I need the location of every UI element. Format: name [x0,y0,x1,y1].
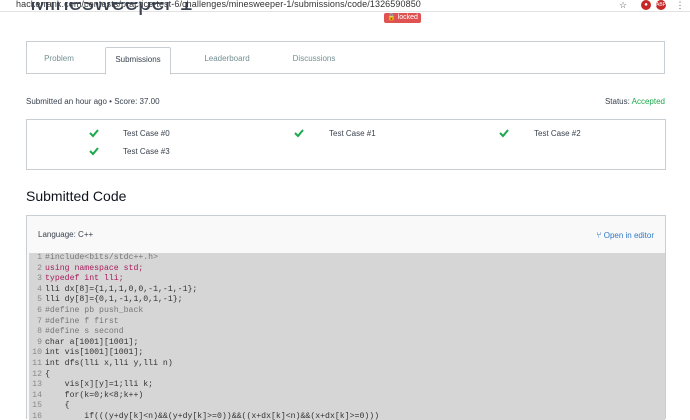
code-text: int dfs(lli x,lli y,lli n) [45,358,173,368]
code-line: 12{ [29,370,665,381]
submitted-code-heading: Submitted Code [26,188,127,204]
code-line: 10 int vis[1001][1001]; [29,348,665,359]
tab-problem-label: Problem [44,54,74,63]
tab-submissions[interactable]: Submissions [105,47,171,75]
line-number: 3 [37,274,42,284]
line-number: 4 [37,284,42,294]
code-text: { [45,369,50,379]
code-text: using namespace std; [45,263,144,273]
code-line: 5 lli dy[8]={0,1,-1,1,0,1,-1}; [29,295,665,306]
line-number: 8 [37,327,42,337]
star-icon[interactable]: ☆ [618,0,628,10]
line-number: 11 [32,358,42,368]
check-icon [294,129,304,138]
tab-leaderboard-label: Leaderboard [204,54,250,63]
line-number: 9 [37,337,42,347]
test-case-0[interactable]: Test Case #0 [123,129,170,138]
code-text: #define pb push_back [45,305,144,315]
line-number: 6 [37,305,42,315]
locked-badge-label: locked [397,14,418,21]
code-text: #include<bits/stdc++.h> [45,253,159,262]
adblock-icon[interactable]: ABP [656,0,666,10]
tab-problem[interactable]: Problem [27,42,91,74]
extension-icon[interactable]: ● [641,0,651,10]
tab-discussions[interactable]: Discussions [277,42,351,74]
language-label: Language: C++ [38,230,94,239]
check-icon [499,129,509,138]
code-text: for(k=0;k<8;k++) [45,390,144,400]
test-case-1[interactable]: Test Case #1 [329,129,376,138]
code-line: 13 vis[x][y]=1;lli k; [29,380,665,391]
code-text: char a[1001][1001]; [45,337,139,347]
code-text: typedef int lli; [45,274,124,284]
line-number: 12 [32,369,42,379]
code-line: 3 typedef int lli; [29,274,665,285]
test-cases-panel: Test Case #0 Test Case #1 Test Case #2 T… [26,119,666,170]
menu-icon[interactable]: ⋮ [675,0,685,10]
test-case-3[interactable]: Test Case #3 [123,147,170,156]
code-line: 11 int dfs(lli x,lli y,lli n) [29,359,665,370]
code-line: 2 using namespace std; [29,264,665,275]
code-text: lli dx[8]={1,1,1,0,0,-1,-1,-1}; [45,284,198,294]
page-title: Minesweeper 1 [30,2,193,15]
open-in-editor-link[interactable]: ⑂ Open in editor [596,230,654,240]
submission-summary: Submitted an hour ago • Score: 37.00 [26,97,160,106]
code-text: int vis[1001][1001]; [45,348,144,358]
line-number: 13 [32,380,42,390]
code-text: lli dy[8]={0,1,-1,1,0,1,-1}; [45,295,183,305]
code-viewer[interactable]: 1 #include<bits/stdc++.h> 2 using namespace… [29,253,665,420]
check-icon [89,147,99,156]
code-text: { [45,401,70,411]
line-number: 10 [32,348,42,358]
locked-badge: 🔒 locked [384,13,421,23]
line-number: 7 [37,316,42,326]
code-line: 4 lli dx[8]={1,1,1,0,0,-1,-1,-1}; [29,285,665,296]
line-number: 2 [37,263,42,273]
code-text: #define f first [45,316,119,326]
submission-status: Status: Accepted [605,97,665,106]
code-line: 7 #define f first [29,317,665,328]
status-value: Accepted [631,97,665,106]
check-icon [89,129,99,138]
code-line: 6 #define pb push_back [29,306,665,317]
code-text: vis[x][y]=1;lli k; [45,380,154,390]
tab-leaderboard[interactable]: Leaderboard [189,42,265,74]
line-number: 5 [37,295,42,305]
challenge-tabs: Problem Submissions Leaderboard Discussi… [26,41,665,75]
status-label: Status: [604,97,630,106]
line-number: 15 [32,401,42,411]
line-number: 14 [32,390,42,400]
line-number: 1 [37,253,42,262]
code-line: 1 #include<bits/stdc++.h> [29,253,665,264]
code-line: 9 char a[1001][1001]; [29,338,665,349]
tab-submissions-label: Submissions [115,55,161,64]
code-line: 14 for(k=0;k<8;k++) [29,391,665,402]
code-panel: Language: C++ ⑂ Open in editor 1 #include… [26,215,666,420]
test-case-2[interactable]: Test Case #2 [534,129,581,138]
code-line: 15 { [29,401,665,412]
tab-discussions-label: Discussions [292,54,336,63]
code-line: 8 #define s second [29,327,665,338]
branch-icon: ⑂ [596,230,602,240]
page-title-text: Minesweeper 1 [30,2,193,15]
code-text: #define s second [45,327,124,337]
open-in-editor-label: Open in editor [603,231,654,240]
